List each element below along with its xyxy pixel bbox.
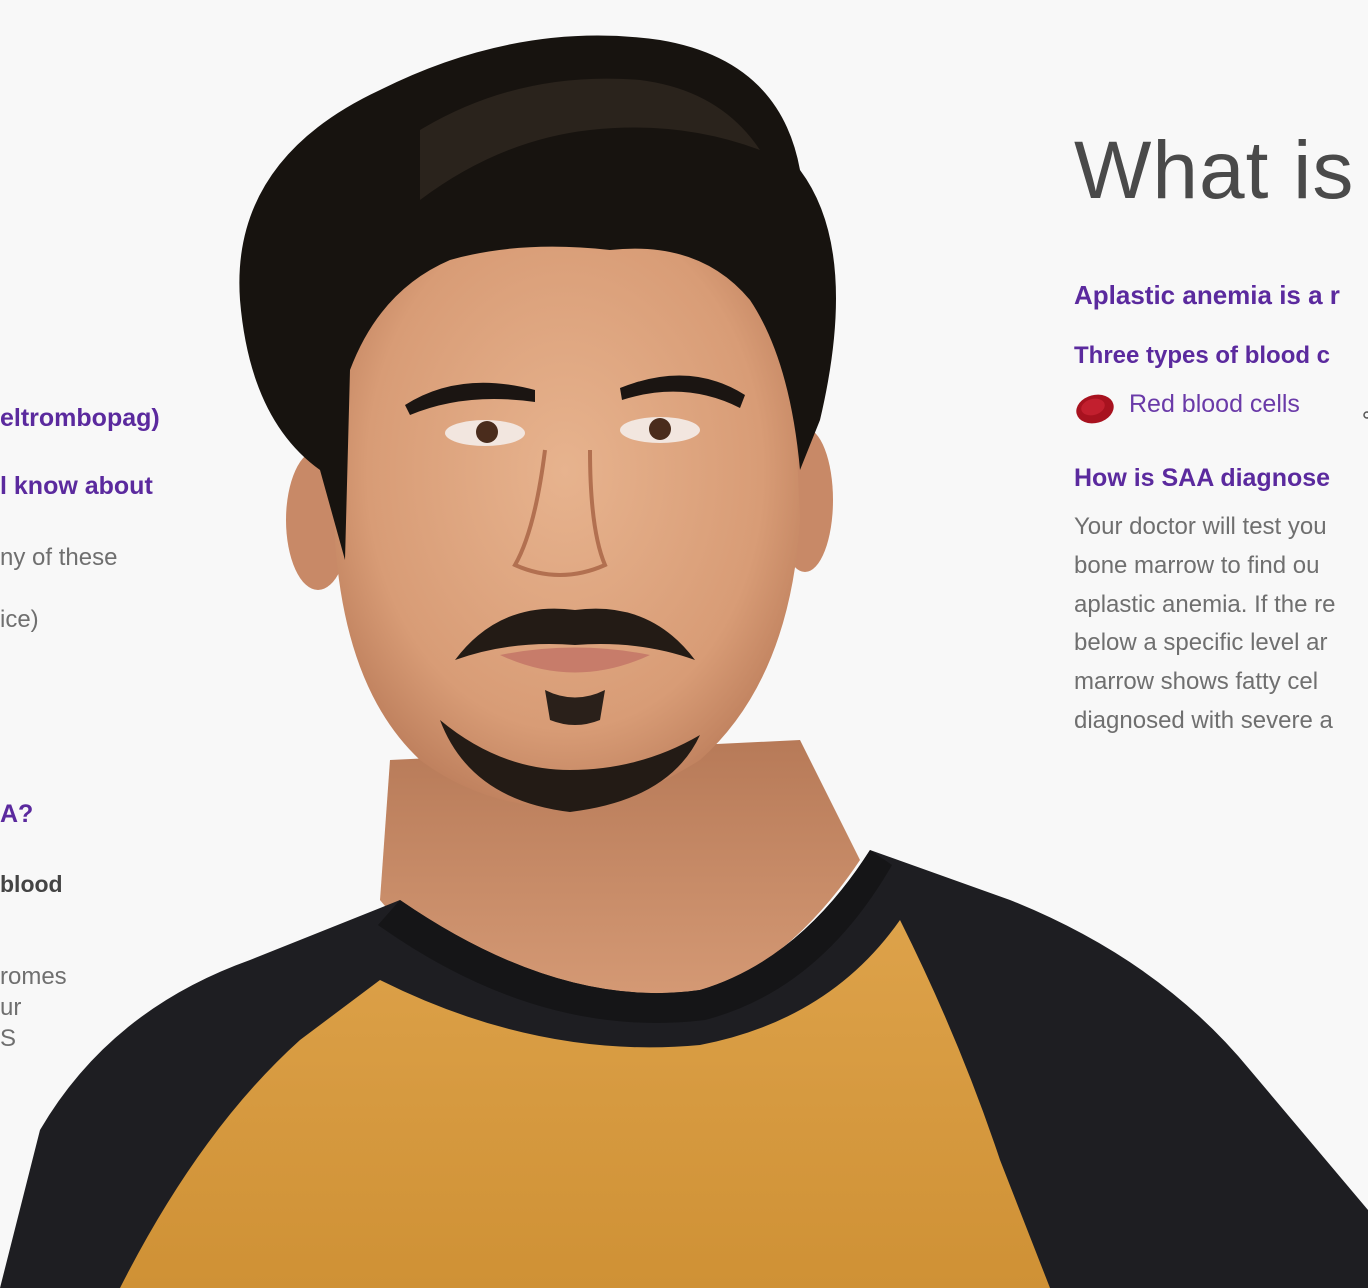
main-content: What is Aplastic anemia is a r Three typ… [1074, 0, 1368, 1288]
red-blood-cells-label: Red blood cells [1129, 390, 1300, 418]
page-title: What is [1074, 125, 1355, 216]
diagnosis-line: aplastic anemia. If the re [1074, 590, 1336, 618]
diagnosis-line: marrow shows fatty cel [1074, 668, 1319, 696]
blood-cells-heading: Three types of blood c [1074, 342, 1331, 369]
red-blood-cell-icon [1076, 394, 1114, 424]
white-blood-cell-icon [1363, 411, 1368, 419]
diagnosis-paragraph: Your doctor will test you bone marrow to… [1074, 508, 1368, 741]
diagnosis-heading: How is SAA diagnose [1074, 464, 1331, 492]
page: eltrombopag) l know about ny of these ic… [0, 0, 1368, 1288]
diagnosis-line: diagnosed with severe a [1074, 706, 1333, 734]
intro-heading: Aplastic anemia is a r [1074, 280, 1340, 310]
diagnosis-line: Your doctor will test you [1074, 513, 1327, 540]
diagnosis-line: below a specific level ar [1074, 629, 1328, 657]
diagnosis-line: bone marrow to find ou [1074, 551, 1320, 579]
